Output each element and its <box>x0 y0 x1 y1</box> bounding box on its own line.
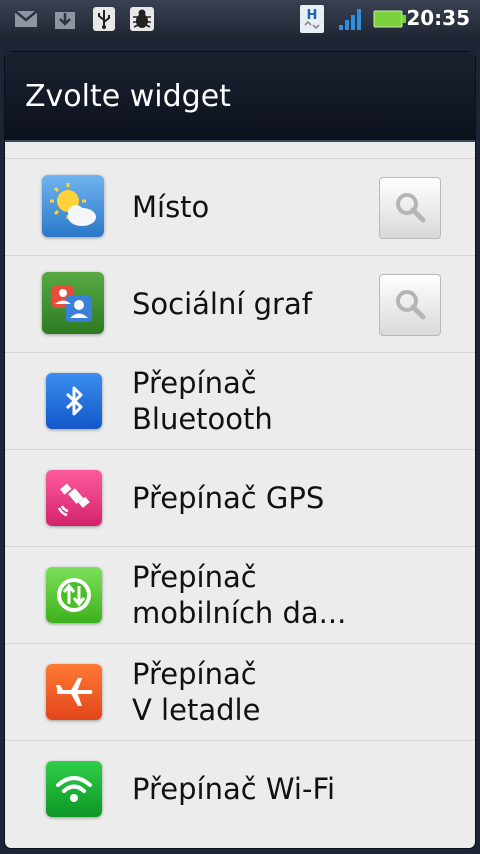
clock: 20:35 <box>406 6 470 30</box>
widget-item-misto[interactable]: Místo <box>5 159 475 256</box>
widget-label: Sociální graf <box>132 287 312 321</box>
hspa-icon: H <box>300 5 324 33</box>
status-bar: H 20:35 <box>0 0 480 38</box>
dialog-header: Zvolte widget <box>5 52 475 142</box>
airplane-icon <box>46 664 102 720</box>
weather-icon <box>42 175 104 237</box>
search-icon <box>396 290 426 320</box>
widget-item-wifi-toggle[interactable]: Přepínač Wi-Fi <box>5 741 475 837</box>
widget-list: Místo Sociální graf Přepínač Bluetooth P… <box>5 158 475 837</box>
widget-label: Přepínač GPS <box>132 481 325 515</box>
search-button[interactable] <box>379 274 441 336</box>
social-graph-icon <box>42 272 104 334</box>
widget-picker-dialog: Zvolte widget Místo Sociální graf Přepín… <box>5 52 475 848</box>
widget-item-social-graph[interactable]: Sociální graf <box>5 256 475 353</box>
search-button[interactable] <box>379 177 441 239</box>
mobile-data-icon <box>46 567 102 623</box>
widget-item-bluetooth-toggle[interactable]: Přepínač Bluetooth <box>5 353 475 450</box>
battery-icon <box>373 7 407 31</box>
search-icon <box>396 193 426 223</box>
wifi-icon <box>46 761 102 817</box>
widget-label: Přepínač mobilních da... <box>132 560 347 630</box>
widget-label: Přepínač Bluetooth <box>132 366 273 436</box>
widget-label: Přepínač Wi-Fi <box>132 772 336 806</box>
signal-icon <box>338 7 364 31</box>
download-icon <box>53 7 77 31</box>
widget-label: Přepínač V letadle <box>132 657 261 727</box>
gmail-icon <box>14 7 38 31</box>
widget-item-gps-toggle[interactable]: Přepínač GPS <box>5 450 475 547</box>
usb-icon <box>92 7 116 31</box>
svg-text:H: H <box>307 8 318 23</box>
bluetooth-icon <box>46 373 102 429</box>
gps-icon <box>46 470 102 526</box>
widget-item-airplane-toggle[interactable]: Přepínač V letadle <box>5 644 475 741</box>
widget-label: Místo <box>132 190 210 224</box>
debug-icon <box>130 7 154 31</box>
widget-item-mobile-data-toggle[interactable]: Přepínač mobilních da... <box>5 547 475 644</box>
dialog-title: Zvolte widget <box>25 78 231 114</box>
